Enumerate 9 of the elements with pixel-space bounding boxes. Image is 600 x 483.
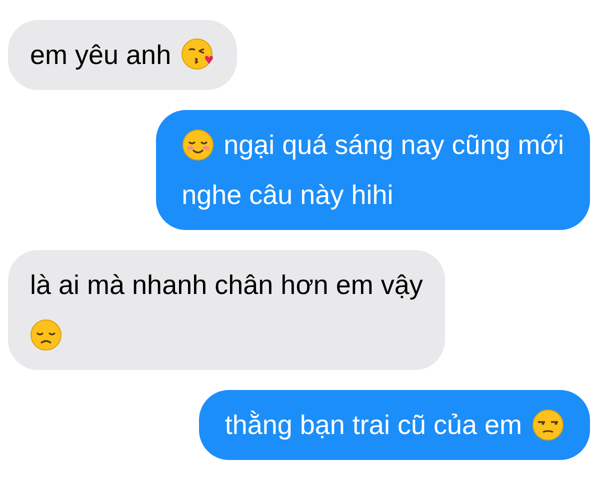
kissing-face-icon (181, 38, 216, 72)
message-text: ngại quá sáng nay cũng mới (224, 128, 564, 162)
message-text: thằng bạn trai cũ của em (224, 408, 522, 442)
sad-face-icon (30, 319, 62, 351)
message-text: nghe câu này hihi (182, 178, 394, 212)
smiling-face-icon (182, 129, 214, 161)
unamused-face-icon (532, 409, 564, 441)
message-text: em yêu anh (30, 38, 172, 72)
message-text: là ai mà nhanh chân hơn em vậy (30, 268, 423, 302)
